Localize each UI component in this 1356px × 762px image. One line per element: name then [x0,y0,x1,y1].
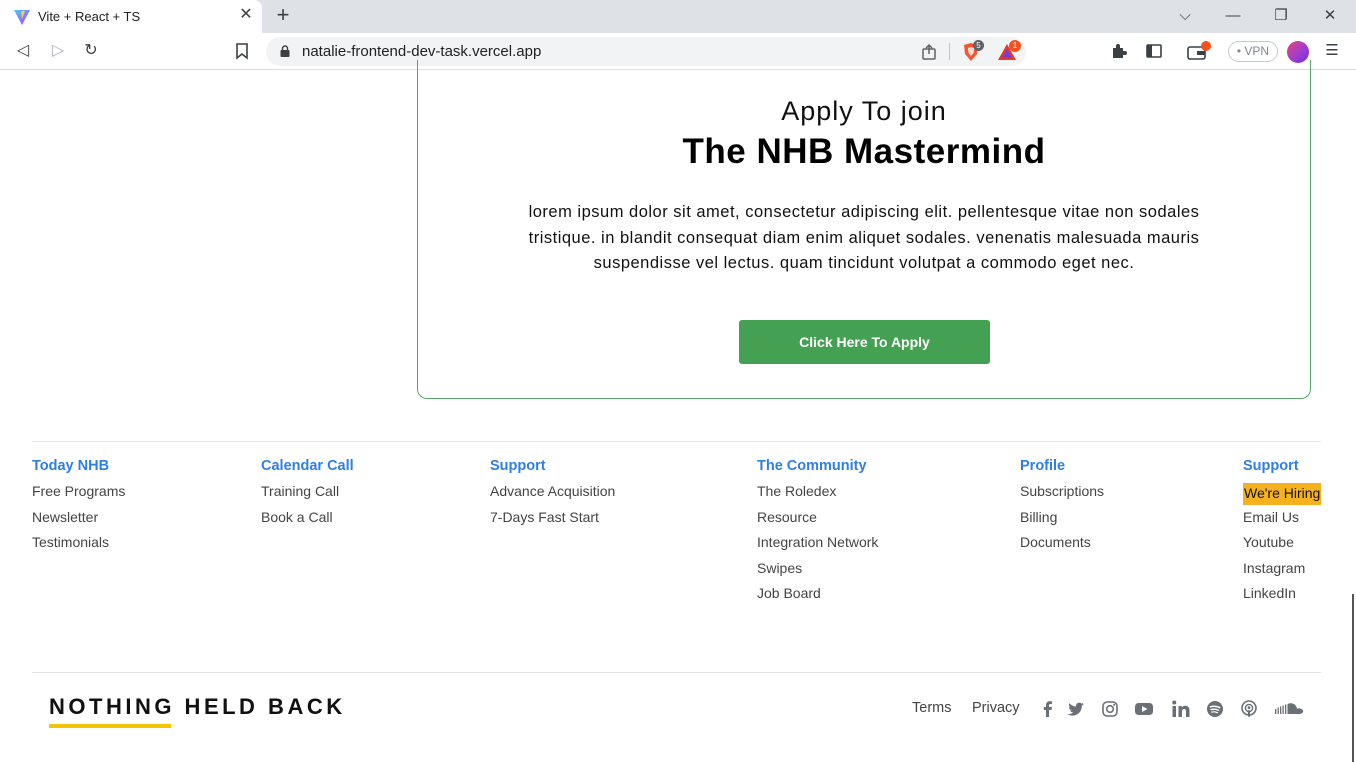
linkedin-icon[interactable] [1171,699,1191,719]
instagram-icon[interactable] [1100,699,1120,719]
footer-link-documents[interactable]: Documents [1020,534,1104,560]
brand-underline [49,724,171,728]
url-text: natalie-frontend-dev-task.vercel.app [302,43,542,60]
footer-link-advance-acquisition[interactable]: Advance Acquisition [490,483,615,509]
footer-column-today-nhb: Today NHB Free Programs Newsletter Testi… [32,458,125,560]
footer-link-swipes[interactable]: Swipes [757,560,878,586]
apply-subheading: Apply To join [781,96,947,126]
footer-heading: Today NHB [32,458,110,474]
apply-heading: The NHB Mastermind [682,132,1046,171]
minimize-icon[interactable]: — [1221,6,1245,26]
footer-link-newsletter[interactable]: Newsletter [32,509,125,535]
footer-heading: Support [490,458,546,474]
tab-search-chevron-icon[interactable]: ⌵ [1173,6,1197,26]
footer-link-book-a-call[interactable]: Book a Call [261,509,354,535]
footer-divider-top [32,441,1321,442]
footer-link-job-board[interactable]: Job Board [757,585,878,611]
footer-link-email-us[interactable]: Email Us [1243,509,1321,535]
footer-column-support-2: Support We're Hiring Email Us Youtube In… [1243,458,1322,611]
privacy-link[interactable]: Privacy [972,700,1020,716]
tab-strip: Vite + React + TS ✕ + ⌵ — ❐ ✕ [0,0,1356,33]
footer-link-resource[interactable]: Resource [757,509,878,535]
close-window-icon[interactable]: ✕ [1318,6,1342,26]
footer-link-subscriptions[interactable]: Subscriptions [1020,483,1104,509]
extensions-puzzle-icon[interactable] [1110,42,1128,60]
apply-card: Apply To join The NHB Mastermind lorem i… [417,60,1311,399]
footer-link-were-hiring[interactable]: We're Hiring [1243,483,1322,505]
shields-badge: 5 [973,40,984,51]
footer-link-instagram[interactable]: Instagram [1243,560,1321,586]
terms-link[interactable]: Terms [912,700,951,716]
footer-column-community: The Community The Roledex Resource Integ… [757,458,878,611]
footer-heading: The Community [757,458,867,474]
browser-tab[interactable]: Vite + React + TS ✕ [0,0,262,33]
restore-icon[interactable]: ❐ [1269,6,1293,26]
footer-link-integration-network[interactable]: Integration Network [757,534,878,560]
footer-divider-bottom [32,672,1321,673]
footer-column-profile: Profile Subscriptions Billing Documents [1020,458,1104,560]
sidebar-icon[interactable] [1145,42,1163,60]
tab-title: Vite + React + TS [38,9,141,24]
footer-link-training-call[interactable]: Training Call [261,483,354,509]
youtube-icon[interactable] [1134,699,1154,719]
footer-heading: Support [1243,458,1299,474]
brand-logo-text: NOTHING HELD BACK [49,694,346,719]
bookmark-icon[interactable] [235,43,249,60]
footer-link-roledex[interactable]: The Roledex [757,483,878,509]
back-icon[interactable]: ◁ [12,40,34,62]
new-tab-icon[interactable]: + [272,4,294,28]
menu-icon[interactable]: ☰ [1321,40,1343,62]
vite-favicon-icon [14,10,30,25]
vpn-button[interactable]: • VPN [1228,41,1278,62]
footer-link-7-days-fast-start[interactable]: 7-Days Fast Start [490,509,615,535]
footer-link-linkedin[interactable]: LinkedIn [1243,585,1321,611]
spotify-icon[interactable] [1205,699,1225,719]
footer-heading: Profile [1020,458,1066,474]
footer-heading: Calendar Call [261,458,354,474]
rewards-badge: 1 [1009,40,1021,52]
footer-link-testimonials[interactable]: Testimonials [32,534,125,560]
footer-link-free-programs[interactable]: Free Programs [32,483,125,509]
footer-column-calendar-call: Calendar Call Training Call Book a Call [261,458,354,534]
facebook-icon[interactable] [1038,699,1058,719]
footer-link-youtube[interactable]: Youtube [1243,534,1321,560]
page-scrollbar[interactable] [1352,594,1354,762]
footer-column-support: Support Advance Acquisition 7-Days Fast … [490,458,615,534]
twitter-icon[interactable] [1066,699,1086,719]
lock-icon [280,45,290,57]
soundcloud-icon[interactable] [1274,699,1306,719]
reload-icon[interactable]: ↻ [80,40,102,62]
tab-close-icon[interactable]: ✕ [236,5,256,25]
podcast-icon[interactable] [1239,699,1259,719]
omnibox-divider [949,43,950,60]
apply-description: lorem ipsum dolor sit amet, consectetur … [528,203,1200,272]
apply-button[interactable]: Click Here To Apply [739,320,990,364]
footer-link-billing[interactable]: Billing [1020,509,1104,535]
wallet-icon[interactable] [1185,40,1213,62]
forward-icon[interactable]: ▷ [47,40,69,62]
